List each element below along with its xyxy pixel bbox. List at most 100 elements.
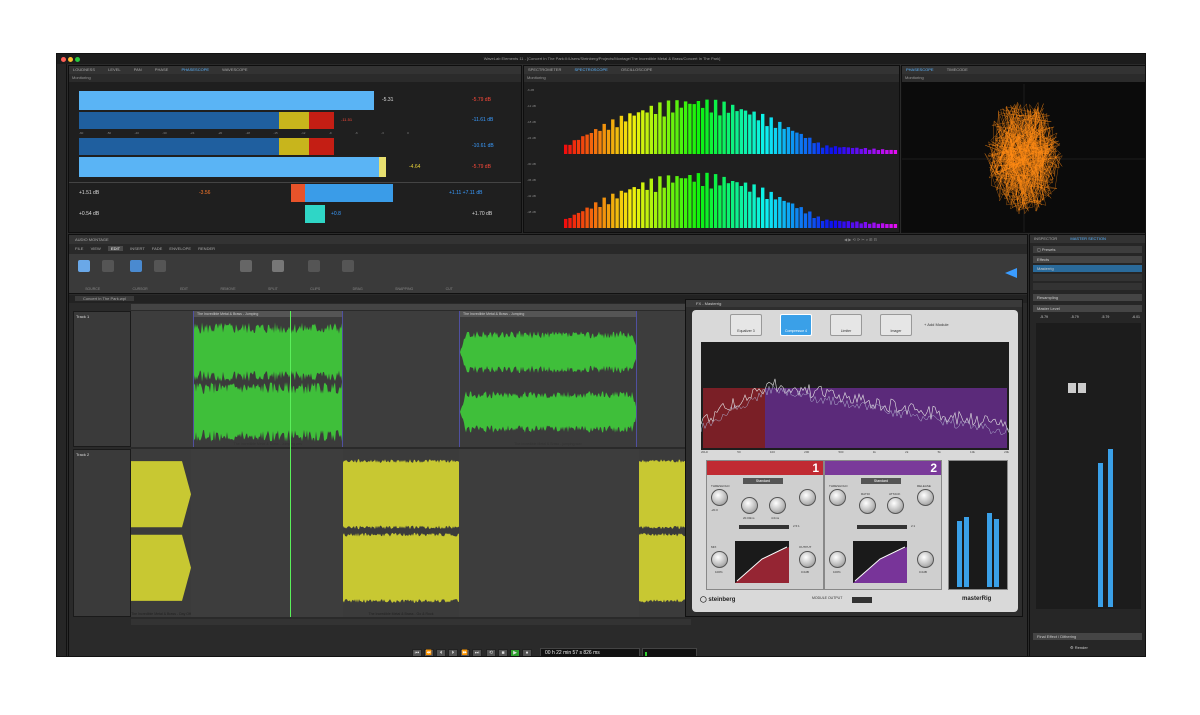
go-to-end-icon[interactable]: ⏭ <box>472 649 482 656</box>
band-1-release-knob[interactable] <box>799 489 816 506</box>
fast-forward-icon[interactable]: ⏩ <box>460 649 470 656</box>
clip-track1-b[interactable]: The Incredible Metal & Brass - Jumping T… <box>459 311 637 447</box>
montage-scrollbar[interactable] <box>131 619 691 625</box>
band-2-release-knob[interactable] <box>917 489 934 506</box>
track-header-1[interactable]: Track 1 <box>73 311 131 447</box>
phase-monitoring-label[interactable]: Monitoring <box>902 74 1145 82</box>
module-equalizer[interactable]: Equalizer 3 <box>730 314 762 336</box>
module-output-switch[interactable] <box>852 597 872 603</box>
clip-track2-c[interactable] <box>639 449 691 617</box>
final-effect-dithering[interactable]: Final Effect / Dithering <box>1033 633 1142 640</box>
band-1-mix-knob[interactable] <box>711 551 728 568</box>
level-bar-4-yellow <box>379 157 386 177</box>
tab-inspector[interactable]: INSPECTOR <box>1030 236 1057 241</box>
band-2-preset[interactable]: Standard <box>861 478 901 484</box>
band-1-threshold-knob[interactable] <box>711 489 728 506</box>
loop-icon[interactable]: ⟲ <box>486 649 496 656</box>
band-1-output-knob[interactable] <box>799 551 816 568</box>
tab-view[interactable]: VIEW <box>91 246 101 251</box>
ribbon-split-button[interactable] <box>237 260 255 274</box>
clip-track1-a[interactable]: The Incredible Metal & Brass - Jumping T… <box>193 311 343 447</box>
inspector-presets[interactable]: ▢ Presets <box>1033 246 1142 253</box>
band-1-ratio-knob[interactable] <box>741 497 758 514</box>
time-display[interactable]: 00 h 22 min 57 s 826 ms <box>540 648 640 656</box>
close-window-button[interactable] <box>61 57 66 62</box>
spectrum-bar <box>859 148 863 154</box>
tab-loudness[interactable]: LOUDNESS <box>69 67 95 72</box>
tab-wavescope[interactable]: WAVESCOPE <box>218 67 247 72</box>
spectrum-bar <box>705 99 709 154</box>
ribbon-drag-button[interactable] <box>305 260 323 274</box>
spectrum-bar <box>885 150 889 154</box>
rewind-icon[interactable]: ⏪ <box>424 649 434 656</box>
playhead[interactable] <box>290 311 291 617</box>
go-to-start-icon[interactable]: ⏮ <box>412 649 422 656</box>
master-fader-right[interactable] <box>1078 383 1086 393</box>
effect-slot-empty-2[interactable] <box>1033 283 1142 290</box>
tab-level[interactable]: LEVEL <box>104 67 120 72</box>
ribbon-clips-button[interactable] <box>269 260 287 274</box>
section-resampling[interactable]: Resampling <box>1033 294 1142 301</box>
ribbon-remove-button[interactable] <box>151 260 169 274</box>
ribbon-cursor-button[interactable] <box>99 260 117 274</box>
clip-track2-a[interactable]: The Incredible Metal & Brass - Day Off <box>131 449 191 617</box>
add-module-button[interactable]: + Add Module <box>924 322 949 327</box>
spectrum-bar <box>726 183 731 228</box>
tab-insert[interactable]: INSERT <box>130 246 145 251</box>
stop-icon[interactable]: ■ <box>498 649 508 656</box>
track-header-2[interactable]: Track 2 <box>73 449 131 617</box>
band-2-ratio-knob[interactable] <box>859 497 876 514</box>
section-effects[interactable]: Effects <box>1033 256 1142 263</box>
tab-envelope[interactable]: ENVELOPE <box>169 246 191 251</box>
play-icon[interactable]: ▶ <box>510 649 520 656</box>
tab-phasescope-view[interactable]: PHASESCOPE <box>902 67 934 72</box>
ribbon-edit-button[interactable] <box>127 260 145 274</box>
band-2-ratio-slider[interactable] <box>857 525 907 529</box>
ribbon-source-button[interactable] <box>75 260 93 274</box>
spectrum-bar <box>855 147 859 154</box>
meter-monitoring-label[interactable]: Monitoring <box>69 74 521 82</box>
tab-pan[interactable]: PAN <box>130 67 142 72</box>
spectrum-bar <box>782 128 786 154</box>
navigate-arrow-icon[interactable] <box>1005 268 1017 278</box>
ribbon-snapping-button[interactable] <box>339 260 357 274</box>
spectrum-bar <box>743 182 748 228</box>
clip-track2-b[interactable]: The Incredible Metal & Brass - Go & Rock <box>343 449 459 617</box>
band-1-preset[interactable]: Standard <box>743 478 783 484</box>
band-2-threshold-knob[interactable] <box>829 489 846 506</box>
band-2-attack-knob[interactable] <box>887 497 904 514</box>
tab-phasescope[interactable]: PHASESCOPE <box>177 67 209 72</box>
tab-fade[interactable]: FADE <box>152 246 162 251</box>
module-limiter[interactable]: Limiter <box>830 314 862 336</box>
tab-timecode[interactable]: TIMECODE <box>943 67 968 72</box>
track-name-2[interactable]: Track 2 <box>74 450 130 459</box>
band-2-mix-knob[interactable] <box>829 551 846 568</box>
render-button[interactable]: ⚙ Render <box>1070 645 1088 650</box>
effect-slot-masterrig[interactable]: Masterrig <box>1033 265 1142 272</box>
tab-file[interactable]: FILE <box>75 246 83 251</box>
band-1-attack-knob[interactable] <box>769 497 786 514</box>
track-name-1[interactable]: Track 1 <box>74 312 130 321</box>
module-imager[interactable]: Imager <box>880 314 912 336</box>
next-marker-icon[interactable]: ⏵ <box>448 649 458 656</box>
tab-edit[interactable]: EDIT <box>107 246 124 251</box>
tab-master-section[interactable]: MASTER SECTION <box>1066 236 1106 241</box>
spectrum-bar <box>568 144 572 154</box>
module-compressor[interactable]: Compressor 4 <box>780 314 812 336</box>
timeline-ruler[interactable] <box>131 304 691 310</box>
tab-render[interactable]: RENDER <box>198 246 215 251</box>
record-icon[interactable]: ● <box>522 649 532 656</box>
spectrum-bar <box>833 220 838 228</box>
minimize-window-button[interactable] <box>68 57 73 62</box>
previous-marker-icon[interactable]: ⏴ <box>436 649 446 656</box>
effect-slot-empty-1[interactable] <box>1033 274 1142 281</box>
section-master-level[interactable]: Master Level <box>1033 305 1142 312</box>
level-scale: -60 -50 -40 -30 -24 -20 -18 -15 -12 -9 -6 -3 0 <box>79 131 409 135</box>
montage-file-tab[interactable]: Concert In The Park.wpl <box>75 296 134 301</box>
level-peak-2: -11.51 <box>341 117 353 122</box>
zoom-window-button[interactable] <box>75 57 80 62</box>
master-fader-left[interactable] <box>1068 383 1076 393</box>
band-1-ratio-slider[interactable] <box>739 525 789 529</box>
band-2-output-knob[interactable] <box>917 551 934 568</box>
tab-phase[interactable]: PHASE <box>151 67 169 72</box>
